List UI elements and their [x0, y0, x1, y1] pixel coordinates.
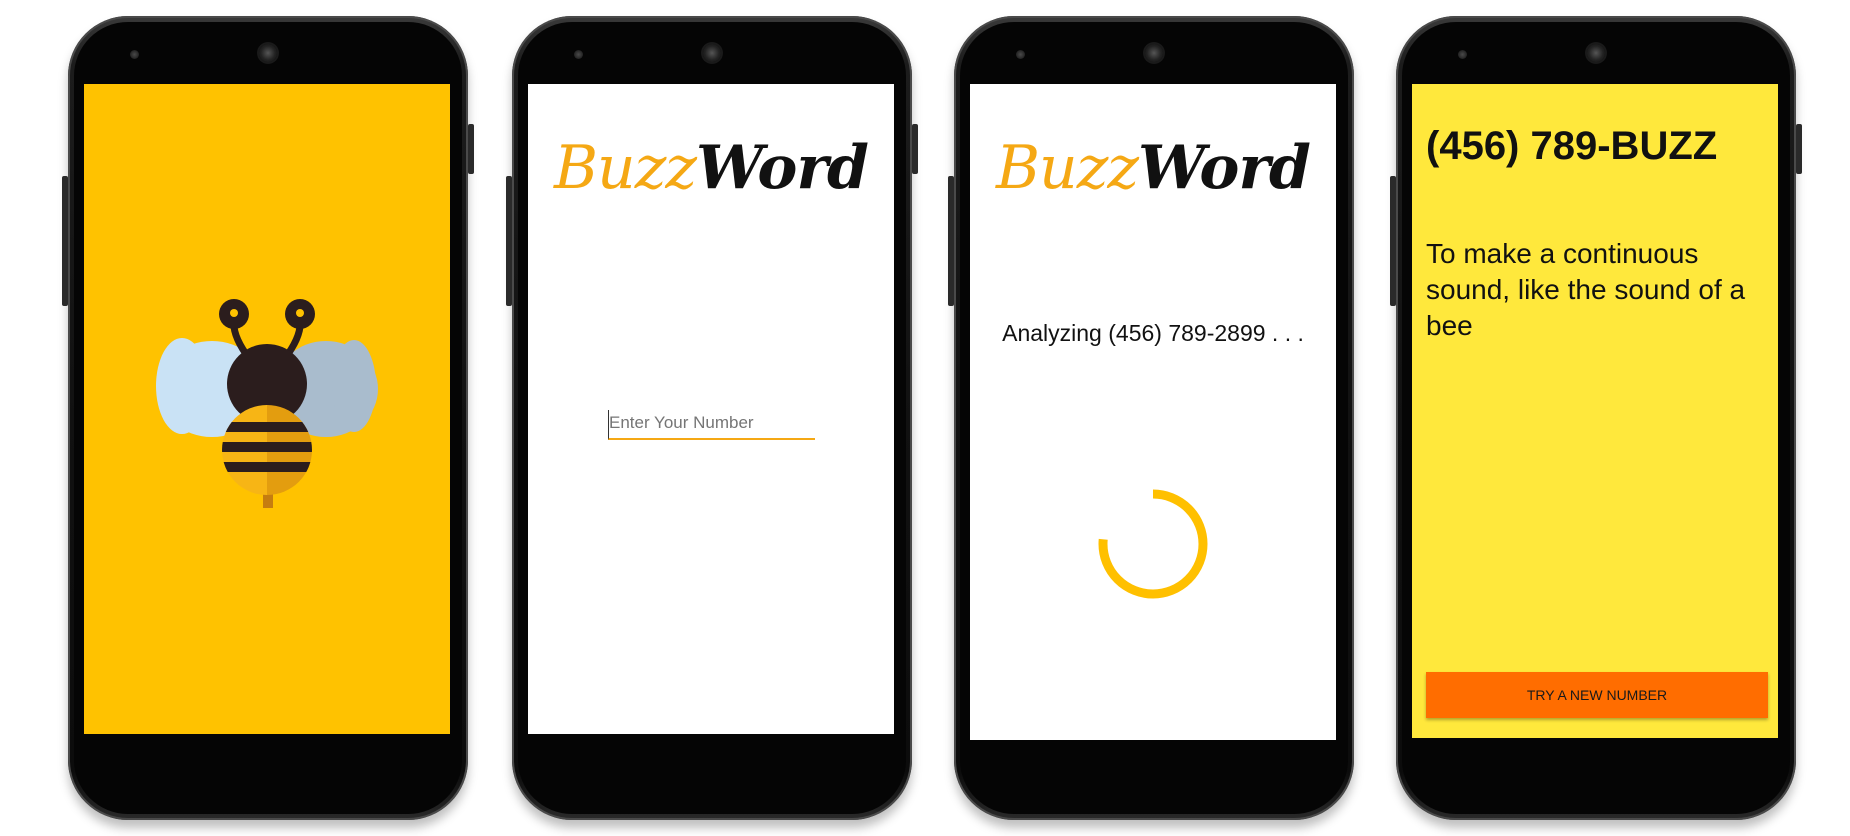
power-button	[468, 124, 474, 174]
number-input[interactable]	[608, 410, 815, 440]
analyzing-status-text: Analyzing (456) 789-2899 . . .	[1002, 320, 1304, 346]
phone-result: (456) 789-BUZZ To make a continuous soun…	[1390, 16, 1802, 820]
volume-button	[506, 176, 512, 306]
result-title: (456) 789-BUZZ	[1426, 124, 1718, 168]
result-definition: To make a continuous sound, like the sou…	[1426, 238, 1746, 341]
front-sensor	[574, 50, 583, 59]
volume-button	[62, 176, 68, 306]
front-sensor	[1458, 50, 1467, 59]
bee-icon	[156, 299, 378, 508]
splash-screen	[84, 84, 450, 734]
input-screen: BuzzWord	[528, 84, 894, 734]
try-new-number-button[interactable]: TRY A NEW NUMBER	[1426, 672, 1768, 718]
phone-input: BuzzWord	[506, 16, 918, 820]
front-sensor	[130, 50, 139, 59]
result-screen: (456) 789-BUZZ To make a continuous soun…	[1412, 84, 1778, 738]
loading-screen: BuzzWord Analyzing (456) 789-2899 . . .	[970, 84, 1336, 740]
power-button	[1796, 124, 1802, 174]
loading-spinner-icon	[1098, 489, 1208, 599]
front-sensor	[1016, 50, 1025, 59]
buzzword-logo: BuzzWord	[553, 133, 869, 203]
earpiece-speaker	[259, 44, 277, 62]
phone-splash	[62, 16, 474, 820]
volume-button	[1390, 176, 1396, 306]
earpiece-speaker	[1587, 44, 1605, 62]
buzzword-logo: BuzzWord	[995, 133, 1311, 203]
earpiece-speaker	[703, 44, 721, 62]
power-button	[912, 124, 918, 174]
phone-loading: BuzzWord Analyzing (456) 789-2899 . . .	[948, 16, 1354, 820]
volume-button	[948, 176, 954, 306]
earpiece-speaker	[1145, 44, 1163, 62]
